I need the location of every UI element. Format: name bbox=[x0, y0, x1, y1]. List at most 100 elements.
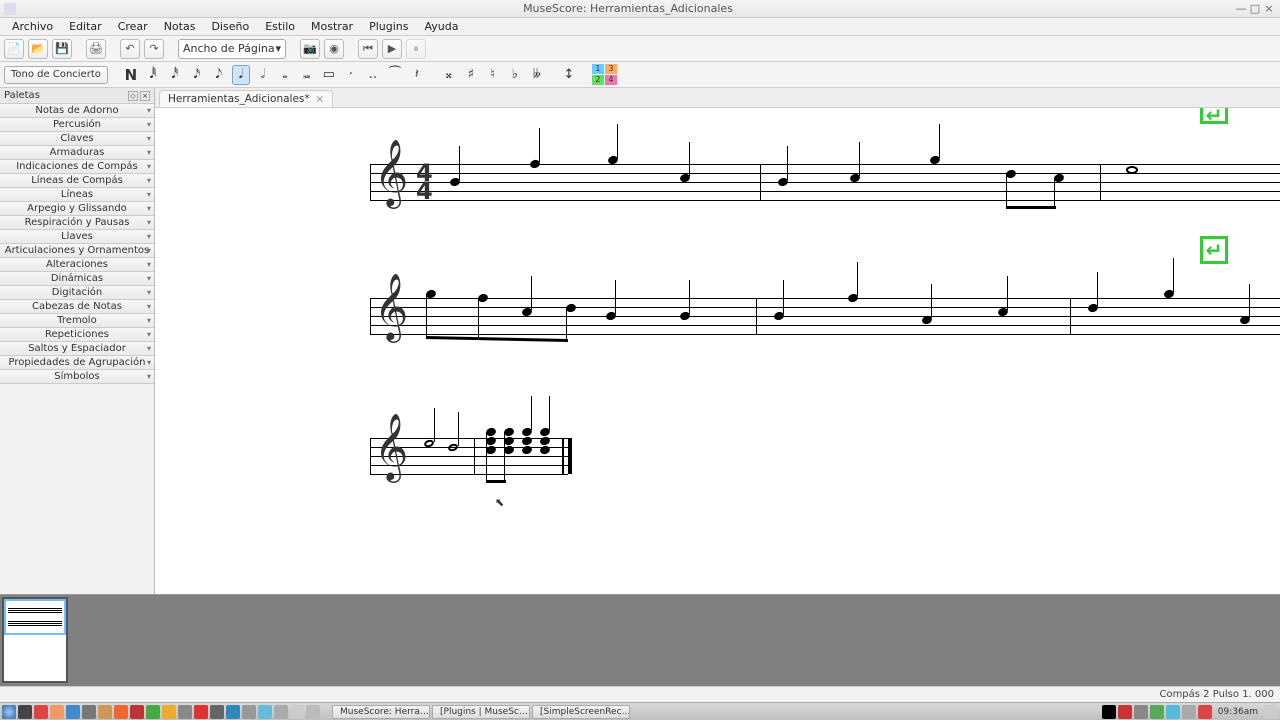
sharp-button[interactable]: ♯ bbox=[462, 65, 480, 85]
start-menu-icon[interactable] bbox=[2, 705, 16, 719]
palette-item[interactable]: Cabezas de Notas▾ bbox=[0, 300, 154, 314]
palette-item[interactable]: Repeticiones▾ bbox=[0, 328, 154, 342]
systray-icon[interactable] bbox=[1118, 705, 1132, 719]
systray-icon[interactable] bbox=[1182, 705, 1196, 719]
palette-item[interactable]: Arpegio y Glissando▾ bbox=[0, 202, 154, 216]
systray-icon[interactable] bbox=[1150, 705, 1164, 719]
tray-icon[interactable] bbox=[114, 705, 128, 719]
save-button[interactable]: 💾 bbox=[52, 39, 72, 59]
tray-icon[interactable] bbox=[194, 705, 208, 719]
flat-button[interactable]: ♭ bbox=[506, 65, 524, 85]
double-flat-button[interactable]: 𝄫 bbox=[528, 65, 546, 85]
redo-button[interactable]: ↷ bbox=[144, 39, 164, 59]
palette-item[interactable]: Líneas▾ bbox=[0, 188, 154, 202]
tray-icon[interactable] bbox=[98, 705, 112, 719]
palette-item[interactable]: Tremolo▾ bbox=[0, 314, 154, 328]
systray-icon[interactable] bbox=[1166, 705, 1180, 719]
dot-button[interactable]: · bbox=[342, 65, 360, 85]
duration-half[interactable]: 𝅗𝅥 bbox=[254, 65, 272, 85]
systray-icon[interactable] bbox=[1198, 705, 1212, 719]
tray-icon[interactable] bbox=[242, 705, 256, 719]
tab-close-icon[interactable]: × bbox=[316, 94, 324, 105]
tray-icon[interactable] bbox=[50, 705, 64, 719]
zoom-select[interactable]: Ancho de Página ▾ bbox=[178, 39, 286, 59]
print-button[interactable]: 🖨 bbox=[86, 39, 106, 59]
minimize-button[interactable]: — bbox=[1234, 2, 1248, 15]
duration-8th[interactable]: 𝅘𝅥𝅮 bbox=[210, 65, 228, 85]
palette-item[interactable]: Saltos y Espaciador▾ bbox=[0, 342, 154, 356]
tray-icon[interactable] bbox=[274, 705, 288, 719]
metronome-button[interactable]: ◉ bbox=[324, 39, 344, 59]
menu-editar[interactable]: Editar bbox=[61, 18, 110, 35]
score-canvas[interactable]: ↵ ↵ 𝄞 44 bbox=[155, 108, 1280, 594]
tray-icon[interactable] bbox=[130, 705, 144, 719]
navigator-viewport[interactable] bbox=[4, 599, 66, 635]
duration-quarter[interactable]: 𝅘𝅥 bbox=[232, 65, 250, 85]
menu-ayuda[interactable]: Ayuda bbox=[417, 18, 467, 35]
system-break-marker[interactable]: ↵ bbox=[1200, 108, 1228, 124]
palette-item[interactable]: Armaduras▾ bbox=[0, 146, 154, 160]
palette-item[interactable]: Propiedades de Agrupación▾ bbox=[0, 356, 154, 370]
palette-item[interactable]: Digitación▾ bbox=[0, 286, 154, 300]
concert-pitch-button[interactable]: Tono de Concierto bbox=[4, 66, 108, 84]
taskbar-app-recorder[interactable]: [SimpleScreenRec… bbox=[532, 705, 630, 719]
palette-close-icon[interactable]: × bbox=[140, 91, 150, 101]
tray-icon[interactable] bbox=[290, 705, 304, 719]
natural-button[interactable]: ♮ bbox=[484, 65, 502, 85]
duration-longa[interactable]: ▭ bbox=[320, 65, 338, 85]
palette-item[interactable]: Alteraciones▾ bbox=[0, 258, 154, 272]
navigator-thumbnail[interactable] bbox=[2, 597, 68, 683]
tray-icon[interactable] bbox=[162, 705, 176, 719]
rewind-button[interactable]: ⏮ bbox=[358, 39, 378, 59]
duration-32nd[interactable]: 𝅘𝅥𝅰 bbox=[166, 65, 184, 85]
tray-icon[interactable] bbox=[210, 705, 224, 719]
close-button[interactable]: × bbox=[1262, 2, 1276, 15]
pause-button[interactable]: ⏸ bbox=[406, 39, 426, 59]
tray-icon[interactable] bbox=[66, 705, 80, 719]
tray-icon[interactable] bbox=[34, 705, 48, 719]
open-file-button[interactable]: 📂 bbox=[28, 39, 48, 59]
duration-16th[interactable]: 𝅘𝅥𝅯 bbox=[188, 65, 206, 85]
voice-3-button[interactable]: 3 bbox=[605, 64, 617, 74]
image-capture-button[interactable]: 📷 bbox=[300, 39, 320, 59]
tray-icon[interactable] bbox=[82, 705, 96, 719]
duration-whole[interactable]: 𝅝 bbox=[276, 65, 294, 85]
palette-item[interactable]: Claves▾ bbox=[0, 132, 154, 146]
duration-64th[interactable]: 𝅘𝅥𝅱 bbox=[144, 65, 162, 85]
tray-icon[interactable] bbox=[178, 705, 192, 719]
navigator-panel[interactable] bbox=[0, 594, 1280, 686]
flip-direction-button[interactable]: ↕ bbox=[560, 65, 578, 85]
palette-item[interactable]: Llaves▾ bbox=[0, 230, 154, 244]
taskbar-app-musescore[interactable]: MuseScore: Herra… bbox=[332, 705, 430, 719]
double-sharp-button[interactable]: 𝄪 bbox=[440, 65, 458, 85]
palette-item[interactable]: Articulaciones y Ornamentos▾ bbox=[0, 244, 154, 258]
menu-plugins[interactable]: Plugins bbox=[361, 18, 416, 35]
palette-item[interactable]: Símbolos▾ bbox=[0, 370, 154, 384]
palette-item[interactable]: Notas de Adorno▾ bbox=[0, 104, 154, 118]
tray-icon[interactable] bbox=[18, 705, 32, 719]
new-file-button[interactable]: 📄 bbox=[4, 39, 24, 59]
systray-icon[interactable] bbox=[1102, 705, 1116, 719]
tie-button[interactable]: ⁀ bbox=[386, 65, 404, 85]
tray-icon[interactable] bbox=[306, 705, 320, 719]
palette-undock-icon[interactable]: ◇ bbox=[128, 91, 138, 101]
taskbar-app-plugins[interactable]: [Plugins | MuseSc… bbox=[432, 705, 530, 719]
play-button[interactable]: ▶ bbox=[382, 39, 402, 59]
palette-item[interactable]: Líneas de Compás▾ bbox=[0, 174, 154, 188]
menu-estilo[interactable]: Estilo bbox=[257, 18, 303, 35]
taskbar-clock[interactable]: 09:36am bbox=[1218, 707, 1258, 717]
tray-icon[interactable] bbox=[258, 705, 272, 719]
palette-item[interactable]: Dinámicas▾ bbox=[0, 272, 154, 286]
palette-item[interactable]: Indicaciones de Compás▾ bbox=[0, 160, 154, 174]
palette-item[interactable]: Respiración y Pausas▾ bbox=[0, 216, 154, 230]
rest-button[interactable]: 𝄽 bbox=[408, 65, 426, 85]
document-tab[interactable]: Herramientas_Adicionales* × bbox=[159, 90, 333, 107]
duration-breve[interactable]: 𝅜 bbox=[298, 65, 316, 85]
menu-diseno[interactable]: Diseño bbox=[203, 18, 257, 35]
menu-mostrar[interactable]: Mostrar bbox=[303, 18, 361, 35]
voice-1-button[interactable]: 1 bbox=[592, 64, 604, 74]
tray-icon[interactable] bbox=[146, 705, 160, 719]
double-dot-button[interactable]: ‥ bbox=[364, 65, 382, 85]
systray-icon[interactable] bbox=[1264, 705, 1278, 719]
note-input-toggle[interactable]: N bbox=[122, 65, 140, 85]
